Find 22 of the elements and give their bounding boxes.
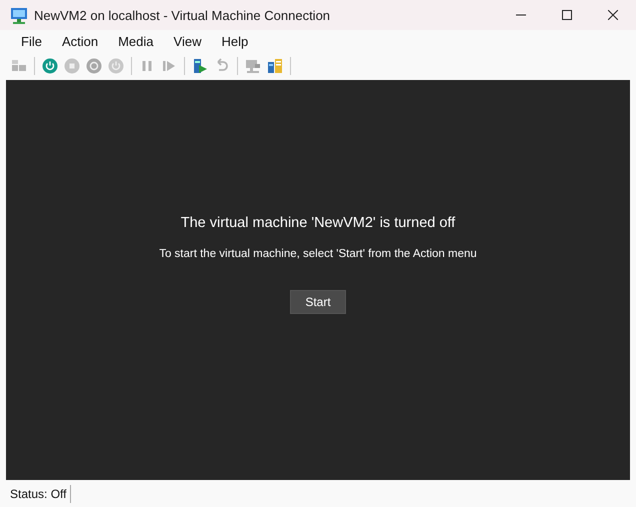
keyboard-keys-icon	[11, 58, 27, 74]
menu-item[interactable]: Media	[108, 34, 164, 48]
screen-heading: The virtual machine 'NewVM2' is turned off	[180, 215, 456, 231]
shutdown-icon	[86, 58, 102, 74]
status-text: Status: Off	[10, 484, 72, 502]
menu-item[interactable]: Action	[52, 34, 108, 48]
menu-item[interactable]: File	[11, 34, 52, 48]
start-button[interactable]: Start	[290, 290, 346, 314]
screen-message: To start the virtual machine, select 'Start' from the Action menu	[159, 248, 477, 260]
power-icon	[42, 58, 58, 74]
maximize-icon[interactable]	[562, 10, 572, 20]
menu-item[interactable]: View	[164, 34, 212, 48]
window-title: NewVM2 on localhost - Virtual Machine Connection	[34, 8, 330, 22]
resume-icon	[161, 58, 177, 74]
monitor-icon	[10, 6, 28, 24]
close-icon[interactable]	[608, 10, 618, 20]
checkpoint-icon	[192, 58, 208, 74]
servers-icon	[267, 58, 283, 74]
power-icon	[108, 58, 124, 74]
monitor-icon	[245, 58, 261, 74]
stop-icon	[64, 58, 80, 74]
menu-item[interactable]: Help	[211, 34, 258, 48]
